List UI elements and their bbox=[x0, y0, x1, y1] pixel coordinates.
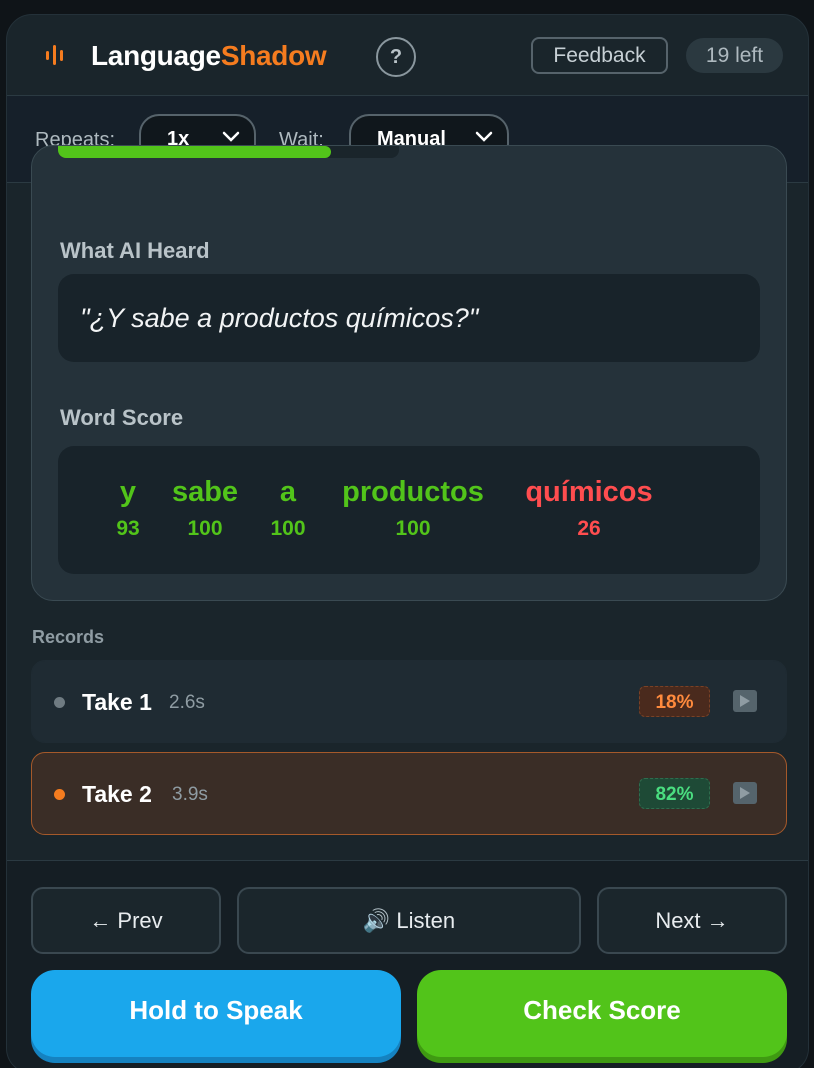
take-score-badge: 18% bbox=[639, 686, 710, 717]
word-score-item: productos 100 bbox=[342, 476, 484, 541]
brand-part-2: Shadow bbox=[220, 40, 327, 71]
score-progress-fill bbox=[58, 146, 331, 158]
word-score-item: y 93 bbox=[116, 476, 139, 541]
word-text: productos bbox=[342, 476, 484, 508]
result-card: What AI Heard "¿Y sabe a productos quími… bbox=[31, 145, 787, 601]
word-text: sabe bbox=[171, 476, 239, 508]
take-status-dot bbox=[54, 789, 65, 800]
listen-button[interactable]: 🔊 Listen bbox=[237, 887, 581, 954]
take-duration: 2.6s bbox=[169, 692, 205, 713]
prev-button[interactable]: ← Prev bbox=[31, 887, 221, 954]
word-score-value: 26 bbox=[577, 517, 601, 540]
word-score-title: Word Score bbox=[60, 405, 184, 430]
play-take-button[interactable] bbox=[733, 690, 757, 712]
app-logo-text: LanguageShadow bbox=[91, 40, 327, 72]
take-duration: 3.9s bbox=[172, 784, 208, 805]
score-progress-bar bbox=[58, 146, 399, 158]
chevron-down-icon bbox=[475, 131, 493, 142]
next-button[interactable]: Next → bbox=[597, 887, 787, 954]
chevron-down-icon bbox=[222, 131, 240, 142]
play-icon bbox=[740, 695, 750, 707]
word-score-item: a 100 bbox=[270, 476, 305, 541]
check-score-button[interactable]: Check Score bbox=[417, 970, 787, 1057]
app-header: LanguageShadow ? Feedback 19 left bbox=[7, 15, 808, 96]
record-take-row[interactable]: Take 2 3.9s 82% bbox=[31, 752, 787, 835]
word-score-item: sabe 100 bbox=[172, 476, 238, 541]
take-name: Take 2 bbox=[82, 781, 152, 807]
word-score-value: 93 bbox=[116, 517, 140, 540]
records-title: Records bbox=[32, 627, 105, 647]
help-button[interactable]: ? bbox=[376, 37, 416, 77]
audio-wave-icon bbox=[46, 45, 63, 65]
remaining-count-badge: 19 left bbox=[686, 38, 783, 73]
take-status-dot bbox=[54, 697, 65, 708]
play-take-button[interactable] bbox=[733, 782, 757, 804]
word-score-value: 100 bbox=[395, 517, 431, 540]
heard-title: What AI Heard bbox=[60, 238, 210, 263]
word-score-panel: y 93 sabe 100 a 100 productos 100 químicos 26 bbox=[58, 446, 760, 574]
word-text: a bbox=[279, 476, 297, 508]
word-score-item: químicos 26 bbox=[525, 476, 652, 541]
take-name: Take 1 bbox=[82, 689, 152, 715]
take-score-badge: 82% bbox=[639, 778, 710, 809]
feedback-button[interactable]: Feedback bbox=[531, 37, 668, 74]
word-score-value: 100 bbox=[187, 517, 223, 540]
brand-part-1: Language bbox=[91, 40, 221, 71]
word-text: químicos bbox=[525, 476, 653, 508]
word-text: y bbox=[119, 476, 137, 508]
play-icon bbox=[740, 787, 750, 799]
bottom-controls: ← Prev 🔊 Listen Next → Hold to Speak Che… bbox=[7, 860, 808, 1068]
app-window: LanguageShadow ? Feedback 19 left Repeat… bbox=[6, 14, 809, 1068]
heard-transcript: "¿Y sabe a productos químicos?" bbox=[58, 274, 760, 362]
record-take-row[interactable]: Take 1 2.6s 18% bbox=[31, 660, 787, 743]
hold-to-speak-button[interactable]: Hold to Speak bbox=[31, 970, 401, 1057]
word-score-value: 100 bbox=[270, 517, 306, 540]
